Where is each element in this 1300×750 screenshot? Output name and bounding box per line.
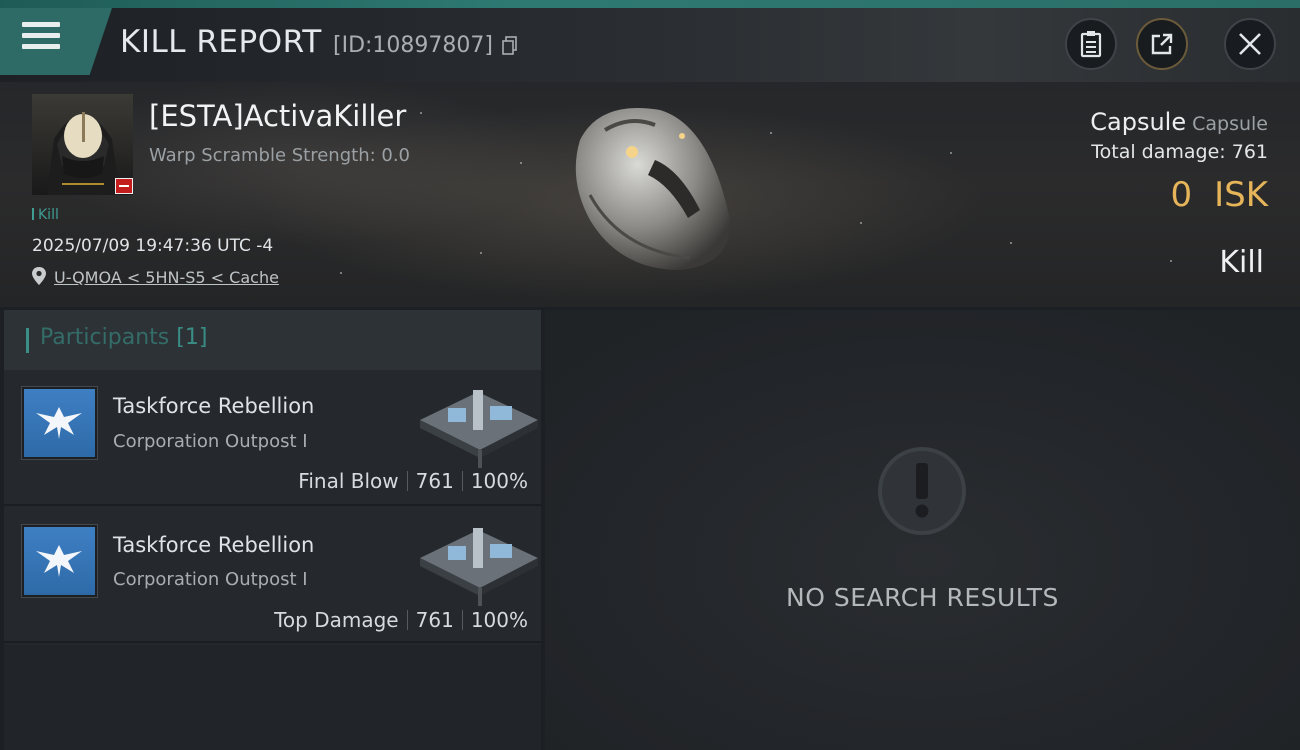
total-damage-value: 761 [1231,141,1268,163]
corporation-logo[interactable] [22,525,97,597]
clipboard-icon [1080,31,1102,58]
corporation-name[interactable]: Taskforce Rebellion [113,533,314,557]
corporation-logo[interactable] [22,387,97,459]
participant-role: Final Blow [298,469,399,493]
ship-type: Capsule [1192,113,1268,135]
warp-scramble-strength: Warp Scramble Strength: 0.0 [149,145,411,166]
page-title: KILL REPORT [120,24,322,60]
participants-label: Participants [40,325,170,350]
participant-percent: 100% [470,469,528,493]
participants-title: Participants [1] [40,325,207,350]
participant-role: Top Damage [274,608,399,632]
ship-type-label: Corporation Outpost I [113,569,308,590]
total-damage-label: Total damage: [1091,141,1226,163]
participants-count: [1] [176,325,208,350]
ship-name: Capsule [1090,108,1187,136]
standing-minus-badge [115,178,133,194]
copy-icon[interactable] [502,36,518,56]
isk-value: 0 ISK [1170,175,1268,215]
location-pin-icon [32,267,46,285]
participant-percent: 100% [470,608,528,632]
kill-tag: Kill [32,207,59,223]
ship-type-label: Corporation Outpost I [113,431,308,452]
participant-damage: 761 [415,608,454,632]
corporation-name[interactable]: Taskforce Rebellion [113,394,314,418]
isk-unit: ISK [1214,175,1268,215]
participant-damage: 761 [415,469,454,493]
menu-icon[interactable] [22,22,66,58]
share-icon [1151,33,1173,55]
outpost-structure-image [420,390,538,468]
close-button[interactable] [1224,18,1276,70]
kill-datetime: 2025/07/09 19:47:36 UTC -4 [32,236,274,256]
participant-stats: Final Blow 761 100% [298,469,528,493]
total-damage: Total damage: 761 [1091,141,1268,163]
share-button[interactable] [1136,18,1188,70]
participant-stats: Top Damage 761 100% [274,608,528,632]
clipboard-button[interactable] [1065,18,1117,70]
report-id: [ID:10897807] [333,33,493,58]
capsule-ship-image [575,108,731,270]
isk-amount: 0 [1170,175,1193,215]
participants-empty-area [4,645,541,750]
location-link[interactable]: U-QMOA < 5HN-S5 < Cache [54,268,279,287]
alert-icon [878,447,966,535]
top-accent-bar [0,0,1300,8]
outpost-structure-image [420,528,538,606]
close-icon [1239,33,1261,55]
ship-title: Capsule Capsule [1090,108,1268,136]
no-results-text: NO SEARCH RESULTS [786,583,1059,612]
kill-result-label: Kill [1219,245,1264,280]
pilot-name[interactable]: [ESTA]ActivaKiller [149,99,406,133]
